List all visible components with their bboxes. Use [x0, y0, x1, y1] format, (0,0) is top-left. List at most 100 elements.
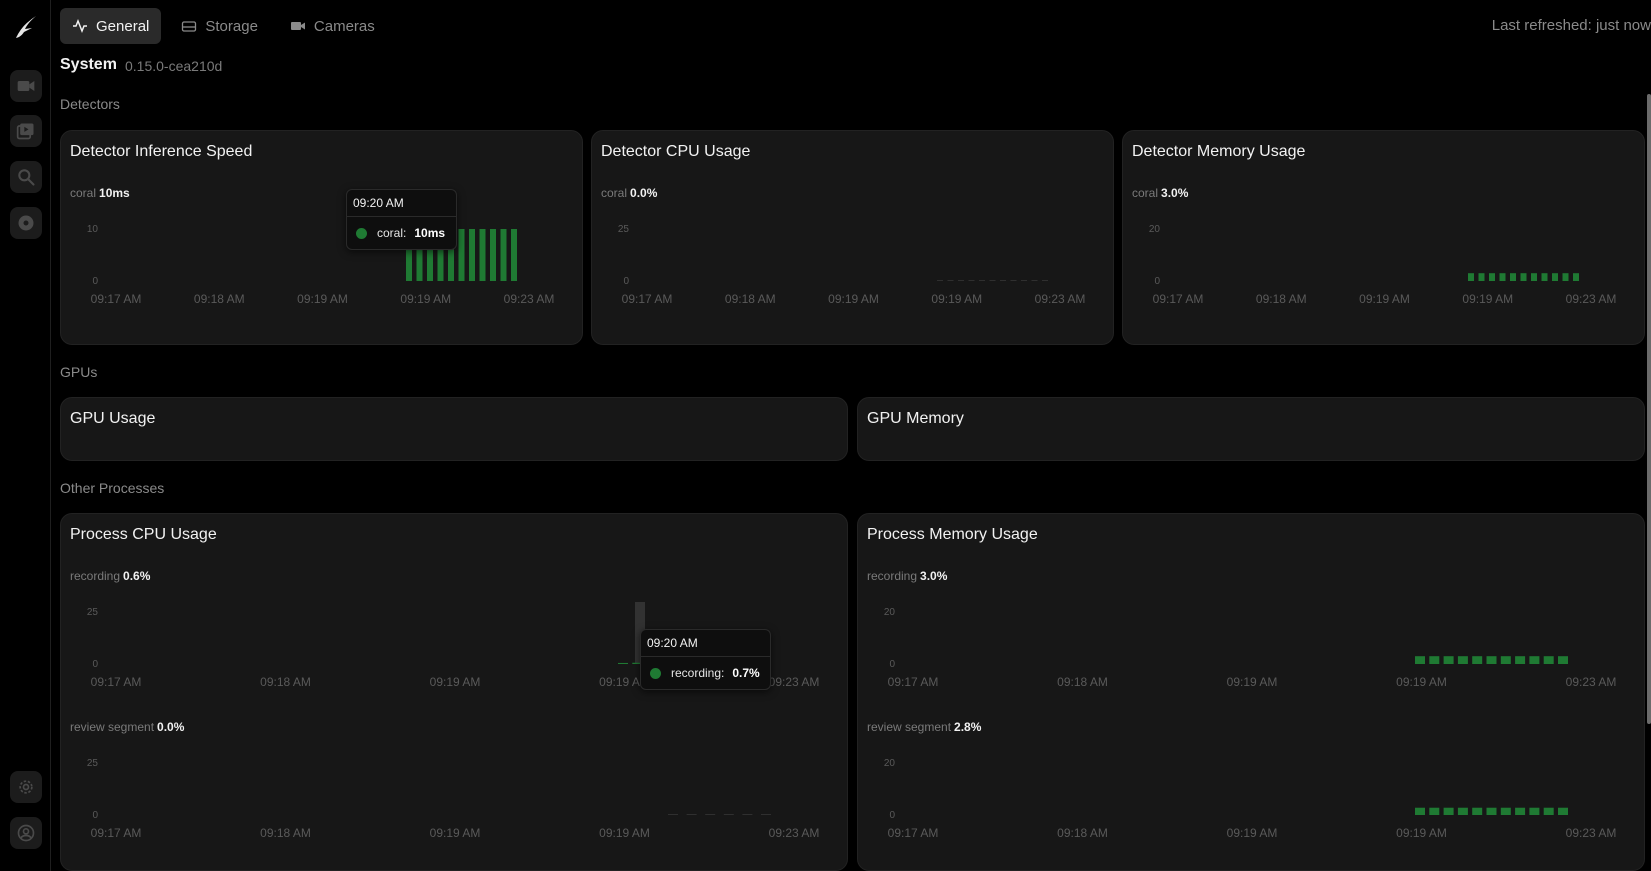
chart-detector-cpu: 0 25 09:17 AM 09:18 AM 09:19 AM 09:19 AM 09:23… [618, 224, 1085, 306]
metric-coral: coral 0.0% [601, 186, 657, 200]
chart-bar[interactable] [686, 814, 697, 815]
chart-bar[interactable] [989, 280, 996, 281]
chart-bar[interactable] [1000, 280, 1006, 281]
page-scrollbar[interactable] [1647, 94, 1651, 724]
chart-bar[interactable] [479, 229, 486, 281]
chart-bar[interactable] [1520, 273, 1527, 281]
camera-icon [290, 22, 305, 30]
y-tick-label: 0 [889, 659, 895, 670]
chart-bar[interactable] [668, 814, 678, 815]
chart-bar[interactable] [1558, 807, 1568, 815]
chart-bar[interactable] [1486, 807, 1497, 815]
chart-process-memory-recording: 0 20 09:17 AM 09:18 AM 09:19 AM 09:19 AM 09:23… [884, 607, 1616, 689]
chart-bar[interactable] [937, 280, 943, 281]
tab-general[interactable]: General [60, 8, 162, 44]
y-tick-label: 0 [92, 659, 98, 670]
review-icon[interactable] [10, 115, 42, 147]
chart-bar[interactable] [1021, 280, 1027, 281]
chart-bar[interactable] [1489, 273, 1495, 281]
x-tick-label: 09:19 AM [1462, 292, 1513, 306]
chart-bar[interactable] [1500, 807, 1511, 815]
x-tick-label: 09:23 AM [769, 826, 820, 840]
chart-bar[interactable] [1515, 656, 1526, 664]
chart-bar[interactable] [1499, 273, 1506, 281]
chart-bar[interactable] [511, 229, 517, 281]
chart-bar[interactable] [761, 814, 771, 815]
metric-review-segment: review segment 2.8% [867, 720, 981, 734]
live-camera-icon[interactable] [10, 70, 42, 102]
card-title: GPU Memory [867, 410, 964, 427]
chart-bar[interactable] [1472, 656, 1483, 664]
tab-storage[interactable]: Storage [169, 8, 270, 44]
x-tick-label: 09:19 AM [931, 292, 982, 306]
chart-bar[interactable] [1443, 656, 1454, 664]
chart-bar[interactable] [500, 229, 507, 281]
metric-recording: recording 0.6% [70, 569, 150, 583]
chart-bar[interactable] [1010, 280, 1017, 281]
chart-bar[interactable] [1429, 656, 1440, 664]
chart-bar[interactable] [1529, 807, 1540, 815]
x-tick-label: 09:19 AM [1227, 675, 1278, 689]
chart-bar[interactable] [1415, 807, 1425, 815]
account-icon[interactable] [10, 817, 42, 849]
chart-bar[interactable] [1457, 807, 1468, 815]
card-title: Process Memory Usage [867, 526, 1038, 543]
tooltip-label: recording: [671, 666, 725, 680]
y-tick-label: 20 [884, 758, 896, 769]
chart-bar[interactable] [1486, 656, 1497, 664]
card-title: GPU Usage [70, 410, 156, 427]
chart-bar[interactable] [469, 229, 475, 281]
search-icon[interactable] [10, 161, 42, 193]
activity-icon [73, 18, 87, 34]
x-tick-label: 09:19 AM [430, 675, 481, 689]
card-title: Process CPU Usage [70, 526, 217, 543]
x-tick-label: 09:18 AM [260, 675, 311, 689]
chart-bar[interactable] [618, 662, 628, 664]
tooltip-time: 09:20 AM [641, 630, 770, 657]
chart-bar[interactable] [1031, 280, 1038, 281]
top-tabs: General Storage Cameras [60, 8, 387, 44]
export-icon[interactable] [10, 207, 42, 239]
chart-bar[interactable] [1457, 656, 1468, 664]
chart-bar[interactable] [1562, 273, 1569, 281]
chart-bar[interactable] [1543, 807, 1554, 815]
x-tick-label: 09:17 AM [91, 826, 142, 840]
chart-bar[interactable] [490, 229, 496, 281]
settings-gear-icon[interactable] [10, 771, 42, 803]
tooltip-value: 10ms [414, 226, 446, 240]
frigate-logo-icon[interactable] [10, 12, 42, 44]
chart-bar[interactable] [947, 280, 954, 281]
chart-bar[interactable] [742, 814, 753, 815]
chart-process-cpu-review: 0 25 09:17 AM 09:18 AM 09:19 AM 09:19 AM 09:23… [87, 758, 820, 840]
chart-bar[interactable] [1472, 807, 1483, 815]
tab-cameras[interactable]: Cameras [278, 8, 387, 44]
chart-bar[interactable] [1541, 273, 1548, 281]
chart-bar[interactable] [1558, 656, 1568, 664]
storage-icon [182, 21, 197, 32]
chart-bar[interactable] [1573, 273, 1579, 281]
chart-bar[interactable] [1543, 656, 1554, 664]
chart-bar[interactable] [705, 814, 716, 815]
x-tick-label: 09:19 AM [599, 826, 650, 840]
chart-bar[interactable] [1415, 656, 1425, 664]
x-tick-label: 09:19 AM [1396, 675, 1447, 689]
chart-bar[interactable] [1510, 273, 1516, 281]
tooltip-row: coral: 10ms [347, 217, 456, 249]
chart-bar[interactable] [1531, 273, 1537, 281]
chart-bar[interactable] [1468, 273, 1474, 281]
chart-bar[interactable] [1042, 280, 1048, 281]
chart-bar[interactable] [979, 280, 985, 281]
chart-bar[interactable] [1529, 656, 1540, 664]
chart-bar[interactable] [958, 280, 964, 281]
chart-bar[interactable] [1515, 807, 1526, 815]
chart-bar[interactable] [1552, 273, 1558, 281]
chart-bar[interactable] [1443, 807, 1454, 815]
chart-bar[interactable] [1478, 273, 1485, 281]
chart-bar[interactable] [968, 280, 975, 281]
chart-bar[interactable] [458, 229, 465, 281]
y-tick-label: 0 [889, 810, 895, 821]
chart-bar[interactable] [1429, 807, 1440, 815]
chart-bar[interactable] [723, 814, 734, 815]
chart-bar[interactable] [1500, 656, 1511, 664]
card-title: Detector Memory Usage [1132, 143, 1306, 160]
